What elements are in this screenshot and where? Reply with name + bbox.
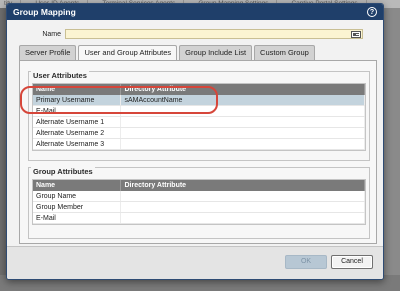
group-attributes-legend: Group Attributes <box>31 167 95 176</box>
table-header: Name Directory Attribute <box>33 180 365 191</box>
table-row[interactable]: Group Name <box>33 191 365 202</box>
cancel-button[interactable]: Cancel <box>331 255 373 269</box>
group-attributes-table: Name Directory Attribute Group Name Grou… <box>32 179 366 225</box>
tab-group-include-list[interactable]: Group Include List <box>179 45 253 60</box>
column-header-name[interactable]: Name <box>33 180 122 191</box>
group-mapping-dialog: Group Mapping ? Name Server Profile User… <box>6 3 384 280</box>
tab-bar: Server Profile User and Group Attributes… <box>19 45 315 61</box>
dialog-titlebar: Group Mapping ? <box>7 4 383 20</box>
address-card-icon[interactable] <box>351 31 361 38</box>
row-attribute[interactable] <box>121 117 365 127</box>
table-row[interactable]: Alternate Username 2 <box>33 128 365 139</box>
row-name: Group Name <box>33 191 122 201</box>
column-header-directory-attribute[interactable]: Directory Attribute <box>121 180 365 191</box>
user-attributes-section: User Attributes Name Directory Attribute… <box>28 71 370 161</box>
row-attribute[interactable] <box>121 139 365 149</box>
row-name: Alternate Username 2 <box>33 128 122 138</box>
column-header-name[interactable]: Name <box>33 84 122 95</box>
table-row[interactable]: E-Mail <box>33 213 365 224</box>
name-label: Name <box>42 30 61 38</box>
row-attribute[interactable] <box>121 213 365 223</box>
table-row[interactable]: Primary Username sAMAccountName <box>33 95 365 106</box>
ok-button[interactable]: OK <box>285 255 327 269</box>
row-attribute[interactable]: sAMAccountName <box>121 95 365 105</box>
row-attribute[interactable] <box>121 202 365 212</box>
row-name: Primary Username <box>33 95 122 105</box>
dialog-footer: OK Cancel <box>7 246 383 279</box>
row-attribute[interactable] <box>121 191 365 201</box>
user-attributes-legend: User Attributes <box>31 71 89 80</box>
name-row: Name <box>7 28 383 40</box>
row-name: E-Mail <box>33 213 122 223</box>
row-name: E-Mail <box>33 106 122 116</box>
table-row[interactable]: Alternate Username 3 <box>33 139 365 150</box>
table-row[interactable]: E-Mail <box>33 106 365 117</box>
user-attributes-table: Name Directory Attribute Primary Usernam… <box>32 83 366 151</box>
name-input[interactable] <box>65 29 363 39</box>
row-attribute[interactable] <box>121 128 365 138</box>
table-header: Name Directory Attribute <box>33 84 365 95</box>
tab-content: User Attributes Name Directory Attribute… <box>19 60 377 244</box>
row-name: Alternate Username 1 <box>33 117 122 127</box>
tab-custom-group[interactable]: Custom Group <box>254 45 315 60</box>
row-name: Alternate Username 3 <box>33 139 122 149</box>
table-row[interactable]: Alternate Username 1 <box>33 117 365 128</box>
row-name: Group Member <box>33 202 122 212</box>
table-row[interactable]: Group Member <box>33 202 365 213</box>
row-attribute[interactable] <box>121 106 365 116</box>
column-header-directory-attribute[interactable]: Directory Attribute <box>121 84 365 95</box>
group-attributes-section: Group Attributes Name Directory Attribut… <box>28 167 370 239</box>
dialog-title: Group Mapping <box>13 7 76 17</box>
help-icon[interactable]: ? <box>367 7 377 17</box>
tab-user-and-group-attributes[interactable]: User and Group Attributes <box>78 45 178 61</box>
tab-server-profile[interactable]: Server Profile <box>19 45 77 60</box>
